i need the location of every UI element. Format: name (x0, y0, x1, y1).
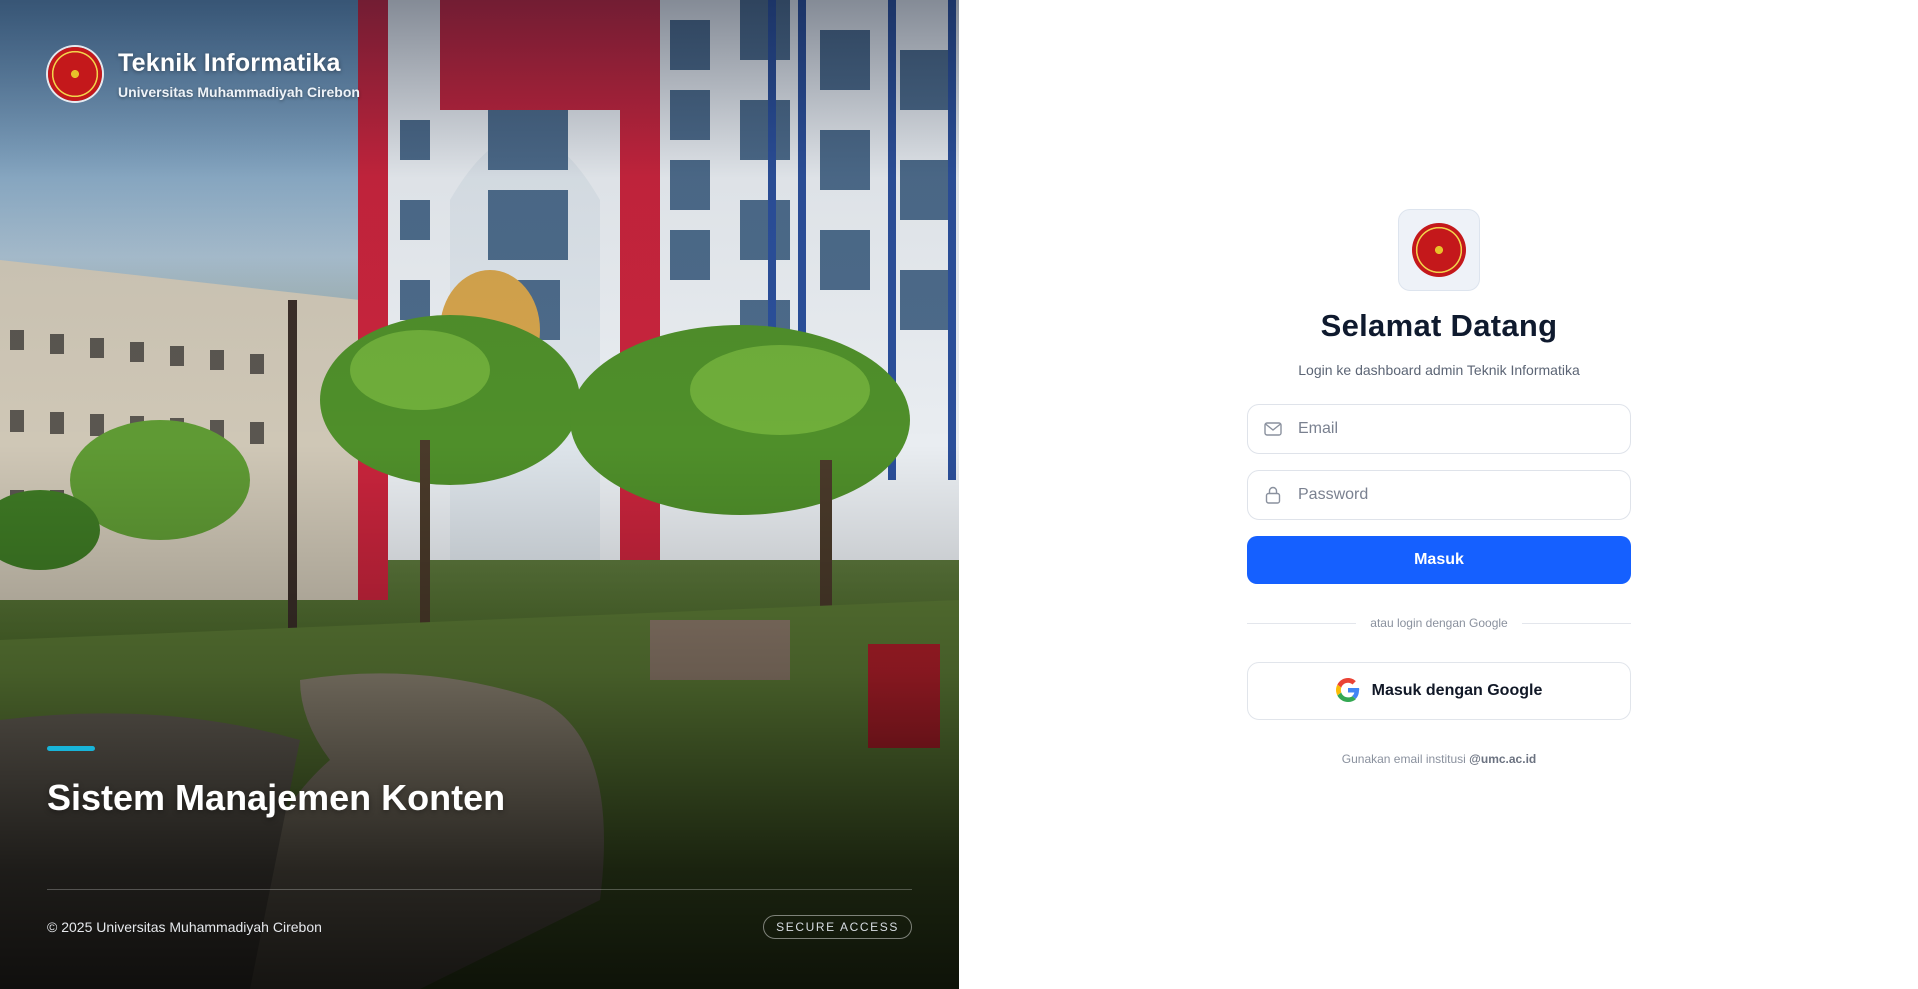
brand-subtitle: Universitas Muhammadiyah Cirebon (118, 83, 360, 100)
welcome-title: Selamat Datang (1320, 308, 1558, 343)
logo-box (1398, 209, 1480, 291)
hero-divider (47, 889, 912, 890)
hero-panel: Teknik Informatika Universitas Muhammadi… (0, 0, 959, 989)
university-seal-icon (1412, 223, 1466, 277)
hint-domain: @umc.ac.id (1469, 752, 1537, 766)
brand-header: Teknik Informatika Universitas Muhammadi… (48, 47, 360, 101)
mail-icon (1264, 420, 1282, 438)
login-subtitle: Login ke dashboard admin Teknik Informat… (1298, 362, 1580, 378)
login-page: Teknik Informatika Universitas Muhammadi… (0, 0, 1918, 989)
email-input[interactable] (1298, 420, 1614, 438)
divider-line (1247, 622, 1357, 624)
copyright-text: © 2025 Universitas Muhammadiyah Cirebon (47, 919, 322, 935)
login-button[interactable]: Masuk (1247, 536, 1631, 584)
google-icon (1335, 677, 1360, 705)
accent-bar (47, 746, 95, 751)
google-login-label: Masuk dengan Google (1371, 682, 1543, 699)
institution-email-hint: Gunakan email institusi @umc.ac.id (1342, 752, 1536, 766)
login-panel: Selamat Datang Login ke dashboard admin … (959, 0, 1918, 989)
login-card: Selamat Datang Login ke dashboard admin … (1247, 209, 1632, 766)
university-seal-icon (48, 47, 102, 101)
hint-text: Gunakan email institusi (1341, 752, 1466, 766)
email-field[interactable] (1247, 404, 1631, 454)
divider-text: atau login dengan Google (1370, 616, 1508, 630)
password-field[interactable] (1247, 470, 1631, 520)
divider-line (1521, 622, 1632, 624)
google-login-button[interactable]: Masuk dengan Google (1247, 662, 1631, 720)
secure-access-badge: SECURE ACCESS (763, 915, 912, 939)
or-divider: atau login dengan Google (1247, 616, 1632, 630)
hero-overlay (0, 0, 959, 989)
lock-icon (1264, 486, 1282, 504)
brand-title: Teknik Informatika (118, 48, 341, 77)
hero-heading: Sistem Manajemen Konten (47, 777, 506, 818)
password-input[interactable] (1298, 486, 1614, 504)
